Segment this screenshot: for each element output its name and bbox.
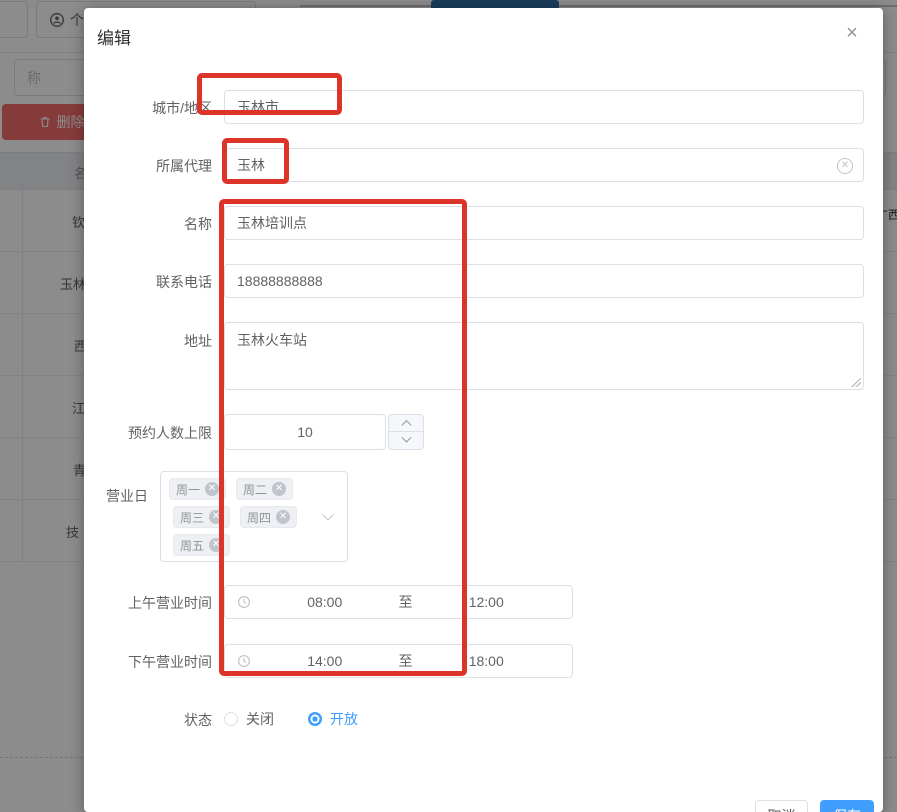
page: 个 称 删除 名 钦 玉林 西 江 青 [0, 0, 897, 812]
phone-input[interactable]: 18888888888 [224, 264, 864, 298]
tag-remove-icon[interactable]: ✕ [276, 510, 290, 524]
stepper-up-button[interactable] [389, 415, 423, 432]
days-label: 营业日 [84, 487, 148, 505]
address-textarea[interactable]: 玉林火车站 [224, 322, 864, 390]
afternoon-label: 下午营业时间 [84, 653, 212, 671]
tag-remove-icon[interactable]: ✕ [209, 510, 223, 524]
morning-label: 上午营业时间 [84, 594, 212, 612]
city-value: 玉林市 [237, 97, 279, 117]
clock-icon [237, 654, 251, 668]
radio-open[interactable] [308, 712, 322, 726]
chevron-down-icon [401, 433, 411, 443]
name-value: 玉林培训点 [237, 213, 307, 233]
morning-start-time: 08:00 [251, 594, 399, 610]
save-button[interactable]: 保存 [820, 800, 874, 812]
stepper-down-button[interactable] [389, 432, 423, 449]
day-tag: 周二 ✕ [236, 478, 293, 500]
day-tag-label: 周二 [243, 481, 267, 498]
afternoon-end-time: 18:00 [413, 653, 561, 669]
agent-input[interactable]: 玉林 ✕ [224, 148, 864, 182]
name-label: 名称 [84, 215, 212, 233]
chevron-up-icon [401, 419, 411, 429]
day-tag-label: 周一 [176, 481, 200, 498]
day-tag-label: 周五 [180, 537, 204, 554]
day-tag: 周五 ✕ [173, 534, 230, 556]
tag-remove-icon[interactable]: ✕ [209, 538, 223, 552]
radio-closed-label[interactable]: 关闭 [246, 709, 274, 729]
dialog-title: 编辑 [97, 24, 131, 49]
day-tag: 周三 ✕ [173, 506, 230, 528]
address-label: 地址 [84, 332, 212, 350]
capacity-input[interactable]: 10 [224, 414, 386, 450]
afternoon-time-picker[interactable]: 14:00 至 18:00 [224, 644, 573, 678]
day-tag-label: 周四 [247, 509, 271, 526]
capacity-label: 预约人数上限 [84, 424, 212, 442]
city-input[interactable]: 玉林市 [224, 90, 864, 124]
radio-closed[interactable] [224, 712, 238, 726]
day-tag: 周一 ✕ [169, 478, 226, 500]
days-multiselect[interactable]: 周一 ✕ 周二 ✕ 周三 ✕ 周四 ✕ [160, 471, 348, 562]
morning-time-picker[interactable]: 08:00 至 12:00 [224, 585, 573, 619]
status-label: 状态 [84, 711, 212, 729]
day-tag: 周四 ✕ [240, 506, 297, 528]
tag-remove-icon[interactable]: ✕ [272, 482, 286, 496]
morning-end-time: 12:00 [413, 594, 561, 610]
clear-circle-icon[interactable]: ✕ [837, 158, 853, 174]
cancel-button[interactable]: 取消 [755, 800, 808, 812]
city-label: 城市/地区 [84, 99, 212, 117]
afternoon-start-time: 14:00 [251, 653, 399, 669]
tag-remove-icon[interactable]: ✕ [205, 482, 219, 496]
time-separator: 至 [399, 592, 413, 612]
tag-row: 周五 ✕ [173, 534, 339, 556]
time-separator: 至 [399, 651, 413, 671]
status-radio-group: 关闭 开放 [224, 709, 358, 729]
tag-row: 周一 ✕ 周二 ✕ [169, 478, 339, 500]
address-value: 玉林火车站 [237, 332, 307, 348]
edit-dialog: 编辑 × 城市/地区 玉林市 所属代理 玉林 ✕ 名称 玉林培训点 联系电话 [84, 8, 883, 812]
capacity-value: 10 [297, 424, 313, 440]
agent-label: 所属代理 [84, 157, 212, 175]
phone-value: 18888888888 [237, 273, 323, 289]
phone-label: 联系电话 [84, 273, 212, 291]
day-tag-label: 周三 [180, 509, 204, 526]
radio-open-label[interactable]: 开放 [330, 709, 358, 729]
agent-value: 玉林 [237, 155, 265, 175]
capacity-stepper [388, 414, 424, 450]
clock-icon [237, 595, 251, 609]
close-icon[interactable]: × [838, 19, 866, 47]
tag-row: 周三 ✕ 周四 ✕ [173, 506, 339, 528]
resize-handle-icon[interactable] [851, 377, 861, 387]
name-input[interactable]: 玉林培训点 [224, 206, 864, 240]
